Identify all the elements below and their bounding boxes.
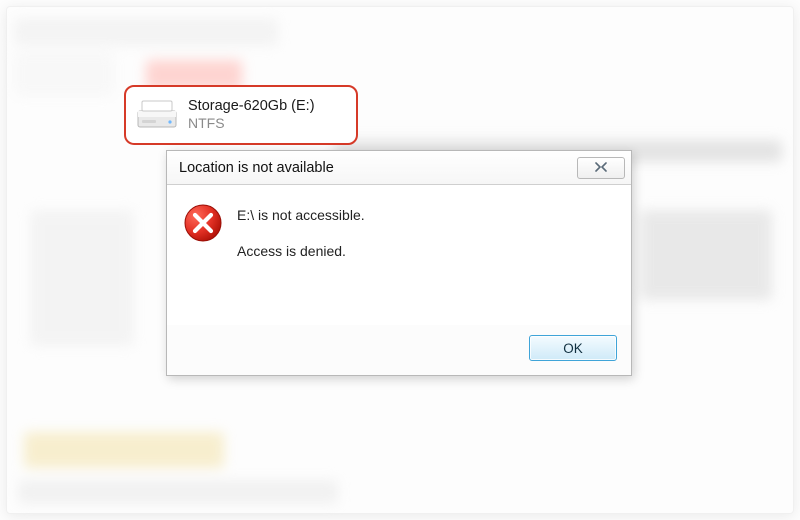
message-line-1: E:\ is not accessible.: [237, 207, 365, 223]
ok-button-label: OK: [563, 341, 583, 356]
hard-drive-icon: [136, 97, 178, 133]
drive-item[interactable]: Storage-620Gb (E:) NTFS: [124, 85, 358, 145]
close-icon: [594, 159, 608, 177]
drive-text-group: Storage-620Gb (E:) NTFS: [188, 98, 315, 132]
error-icon: [183, 203, 223, 243]
dialog-titlebar[interactable]: Location is not available: [167, 151, 631, 185]
drive-filesystem-label: NTFS: [188, 115, 315, 132]
ok-button[interactable]: OK: [529, 335, 617, 361]
dialog-footer: OK: [167, 325, 631, 375]
dialog-title: Location is not available: [179, 160, 334, 176]
message-group: E:\ is not accessible. Access is denied.: [237, 203, 365, 301]
error-dialog: Location is not available: [166, 150, 632, 376]
drive-name-label: Storage-620Gb (E:): [188, 98, 315, 115]
close-button[interactable]: [577, 157, 625, 179]
dialog-body: E:\ is not accessible. Access is denied.: [167, 185, 631, 325]
message-line-2: Access is denied.: [237, 243, 365, 259]
